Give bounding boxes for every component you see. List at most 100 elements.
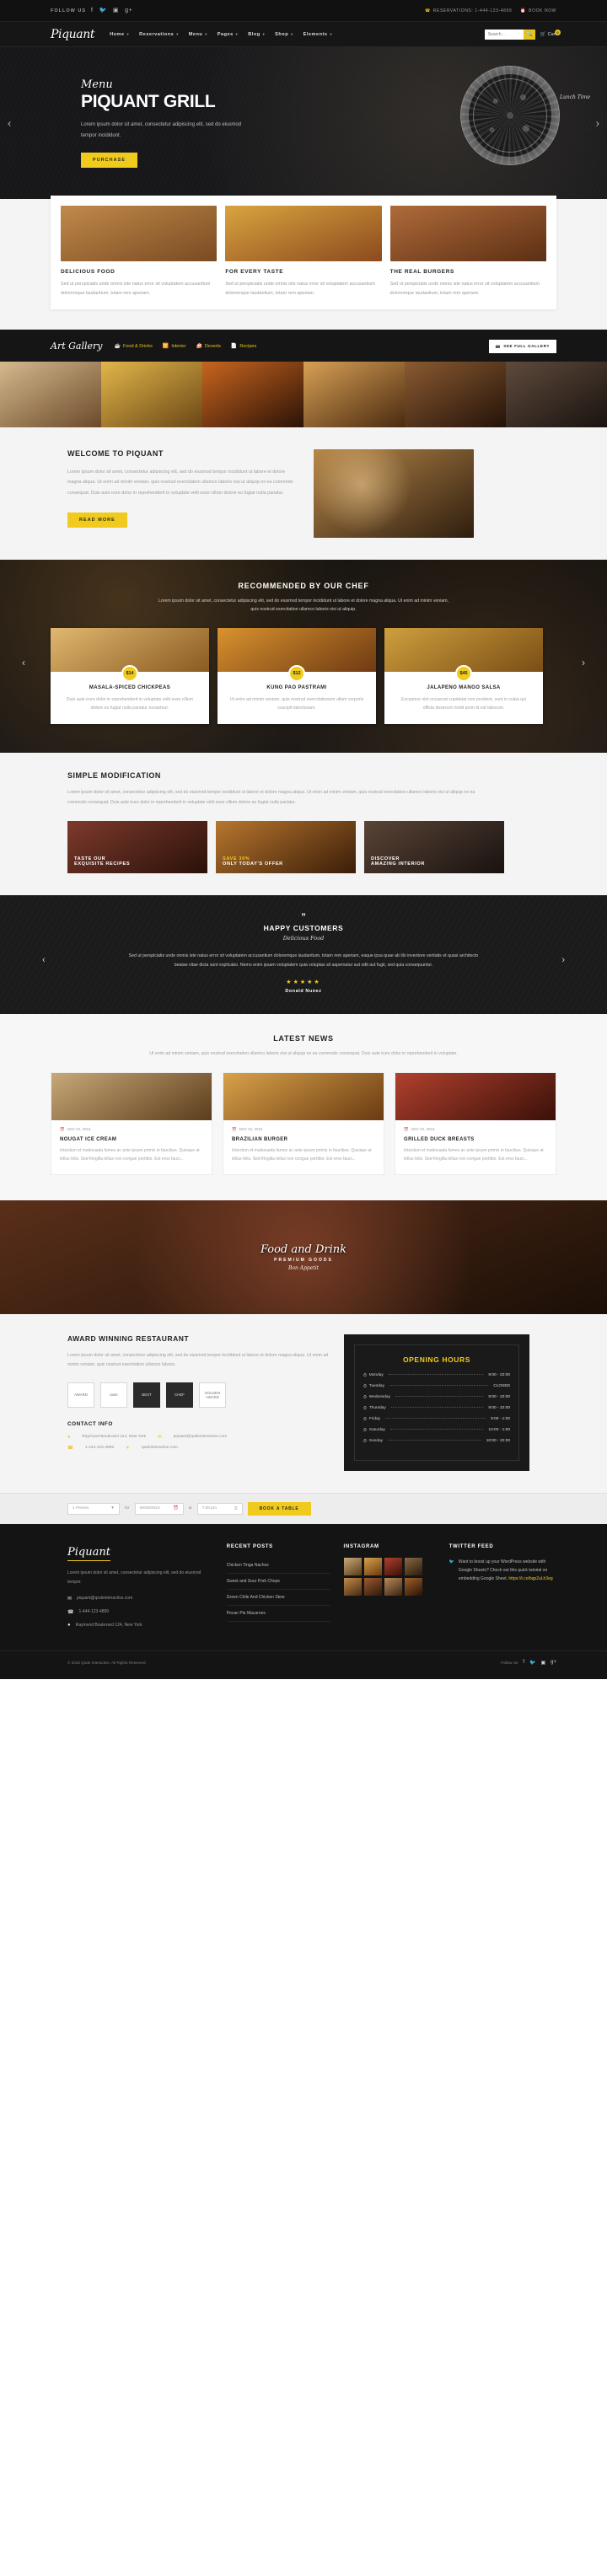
chef-prev-arrow[interactable]: ‹ — [22, 657, 25, 668]
twitter-icon[interactable]: 🐦 — [529, 1660, 535, 1666]
instagram-icon[interactable]: ▣ — [540, 1660, 545, 1666]
nav-item-shop[interactable]: Shop ▼ — [275, 32, 293, 37]
news-card[interactable]: ⏰ NOV 04, 2018 GRILLED DUCK BREASTS Inter… — [395, 1071, 556, 1175]
hours-time: 9:00 - 22:00 — [488, 1406, 510, 1411]
feature-text: Sed ut perspiciatis unde omnis iste natu… — [389, 282, 540, 297]
twitter-icon[interactable]: 🐦 — [99, 8, 107, 13]
phone-icon: ☎ — [67, 1445, 73, 1451]
purchase-button[interactable]: PURCHASE — [81, 153, 138, 169]
see-full-gallery-button[interactable]: 📷 SEE FULL GALLERY — [488, 339, 556, 353]
time-input[interactable]: 7:00 pm ⏱ — [196, 1502, 243, 1515]
testimonial-prev-arrow[interactable]: ‹ — [42, 955, 46, 965]
gallery-tab-deserts[interactable]: 🍰 Deserts — [196, 343, 220, 350]
recent-post-link[interactable]: Sweet and Sour Pork Chops — [226, 1574, 330, 1590]
features-section: DELICIOUS FOOD Sed ut perspiciatis unde … — [0, 196, 607, 330]
promo-card[interactable]: TASTE OUR EXQUISITE RECIPES — [67, 821, 207, 874]
recent-post-link[interactable]: Green Chile And Chicken Stew — [226, 1590, 330, 1606]
nav-label: Elements — [303, 31, 328, 37]
food-drink-banner: Food and Drink PREMIUM GOODS Bon Appetit — [0, 1199, 607, 1314]
clock-icon: ⏱ — [363, 1384, 367, 1389]
instagram-thumb[interactable] — [363, 1577, 382, 1596]
contact-phone: 1-444-123-4899 — [84, 1446, 114, 1451]
read-more-button[interactable]: READ MORE — [67, 512, 127, 528]
gallery-tab-recipes[interactable]: 📄 Recipes — [231, 343, 257, 350]
nav-item-pages[interactable]: Pages ▼ — [218, 32, 239, 37]
reservation-bar: 1 Person ▼ for 09/30/2023 ⏰ at 7:00 pm ⏱… — [0, 1492, 607, 1524]
social-links[interactable]: f 🐦 ▣ g+ — [91, 8, 132, 13]
facebook-icon[interactable]: f — [91, 8, 94, 13]
facebook-icon[interactable]: f — [523, 1660, 524, 1665]
nav-item-reservations[interactable]: Reservations ▼ — [139, 32, 180, 37]
cart-button[interactable]: 🛒 Cart 0 — [540, 29, 561, 37]
chevron-down-icon: ▼ — [234, 32, 239, 36]
gallery-tab-interior[interactable]: 🛜 Interior — [163, 343, 186, 350]
recent-post-link[interactable]: Pecan Pie Macarons — [226, 1606, 330, 1622]
quote-icon: ” — [301, 912, 306, 923]
google-plus-icon[interactable]: g+ — [125, 8, 132, 13]
site-logo[interactable]: Piquant — [51, 28, 110, 41]
award-badge: AWARD — [67, 1382, 94, 1408]
nav-item-home[interactable]: Home ▼ — [110, 32, 130, 37]
testimonial-next-arrow[interactable]: › — [561, 955, 565, 965]
gallery-thumb[interactable] — [101, 361, 202, 427]
contact-email[interactable]: piquant@qodeinteractive.com — [174, 1435, 228, 1439]
dish-card[interactable]: $14 MASALA-SPICED CHICKPEAS Duis aute ir… — [51, 627, 209, 725]
instagram-thumb[interactable] — [343, 1577, 362, 1596]
tab-label: Recipes — [239, 343, 257, 349]
tweet-link[interactable]: https://t.co/bqp2uLh3eg — [508, 1576, 552, 1581]
feature-card: FOR EVERY TASTE Sed ut perspiciatis unde… — [225, 206, 382, 299]
person-select[interactable]: 1 Person ▼ — [67, 1502, 120, 1515]
nav-label: Pages — [217, 31, 234, 37]
instagram-thumb[interactable] — [404, 1577, 422, 1596]
instagram-thumb[interactable] — [363, 1557, 382, 1575]
chevron-down-icon: ▼ — [126, 32, 131, 36]
contact-website[interactable]: qodeinteractive.com — [142, 1446, 178, 1450]
gallery-thumb[interactable] — [506, 361, 607, 427]
nav-item-blog[interactable]: Blog ▼ — [248, 32, 266, 37]
feature-card: DELICIOUS FOOD Sed ut perspiciatis unde … — [61, 206, 218, 299]
news-card[interactable]: ⏰ NOV 04, 2018 NOUGAT ICE CREAM Interdum … — [51, 1071, 212, 1175]
news-card[interactable]: ⏰ NOV 04, 2018 BRAZILIAN BURGER Interdum … — [223, 1071, 384, 1175]
footer-logo[interactable]: Piquant — [67, 1546, 110, 1561]
hours-row: ⏱ Sunday 10:00 - 22:00 — [363, 1439, 510, 1444]
hero-prev-arrow[interactable]: ‹ — [8, 117, 11, 130]
promo-line2: ONLY TODAY'S OFFER — [223, 861, 283, 867]
reservations-phone[interactable]: ☎ RESERVATIONS: 1-444-123-4899 — [425, 8, 512, 13]
gallery-thumb[interactable] — [202, 361, 304, 427]
gallery-tab-food-drinks[interactable]: ☕ Food & Drinks — [114, 343, 152, 350]
gallery-thumb[interactable] — [405, 361, 506, 427]
search-icon[interactable]: 🔍 — [523, 29, 535, 40]
date-input[interactable]: 09/30/2023 ⏰ — [134, 1502, 184, 1515]
instagram-thumb[interactable] — [343, 1557, 362, 1575]
promo-card[interactable]: SAVE 30% ONLY TODAY'S OFFER — [216, 821, 356, 874]
hours-time: 9:00 - 22:00 — [488, 1395, 510, 1400]
contact-info-title: CONTACT INFO — [67, 1420, 113, 1427]
book-now-link[interactable]: ⏰ BOOK NOW — [520, 8, 556, 13]
instagram-thumb[interactable] — [384, 1557, 402, 1575]
footer-email[interactable]: piquant@qodeinteractive.com — [77, 1596, 132, 1601]
book-a-table-button[interactable]: BOOK A TABLE — [247, 1501, 311, 1516]
chef-next-arrow[interactable]: › — [582, 657, 585, 668]
dish-card[interactable]: $45 JALAPENO MANGO SALSA Excepteur sint … — [384, 627, 543, 725]
recent-post-link[interactable]: Chicken Tinga Nachos — [226, 1558, 330, 1574]
instagram-icon[interactable]: ▣ — [113, 8, 119, 13]
gallery-thumb[interactable] — [304, 361, 405, 427]
clock-icon[interactable]: ⏱ — [234, 1506, 238, 1511]
hours-row: ⏱ Wednesday 9:00 - 22:00 — [363, 1395, 510, 1400]
news-card-text: Interdum et malesuada fames ac ante ipsu… — [60, 1147, 200, 1162]
news-lead: Ut enim ad minim veniam, quis nostrud ex… — [149, 1051, 458, 1057]
dish-card[interactable]: $12 KUNG PAO PASTRAMI Ut enim ad minim v… — [218, 627, 376, 725]
nav-item-menu[interactable]: Menu ▼ — [189, 32, 208, 37]
calendar-icon[interactable]: ⏰ — [174, 1506, 179, 1511]
pizza-illustration — [460, 66, 560, 165]
chevron-down-icon: ▼ — [110, 1506, 115, 1511]
google-plus-icon[interactable]: g+ — [551, 1660, 556, 1665]
instagram-thumb[interactable] — [404, 1557, 422, 1575]
search-input[interactable] — [484, 29, 524, 40]
gallery-thumb[interactable] — [0, 361, 101, 427]
instagram-thumb[interactable] — [384, 1577, 402, 1596]
nav-item-elements[interactable]: Elements ▼ — [304, 32, 333, 37]
promo-card[interactable]: DISCOVER AMAZING INTERIOR — [364, 821, 504, 874]
search-box[interactable]: 🔍 — [484, 29, 535, 40]
hero-next-arrow[interactable]: › — [596, 117, 599, 130]
